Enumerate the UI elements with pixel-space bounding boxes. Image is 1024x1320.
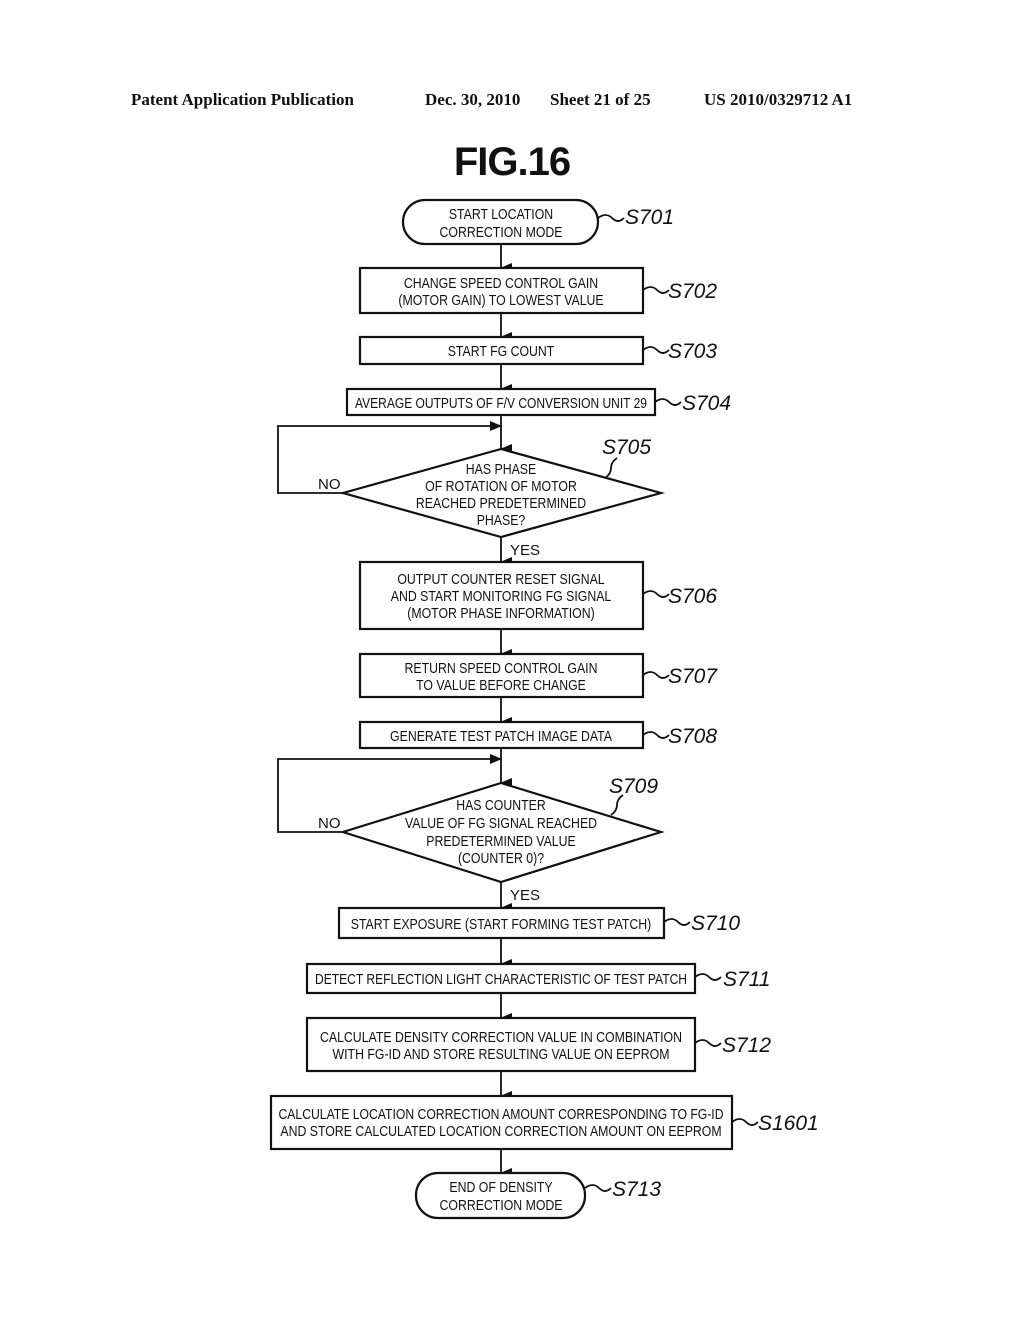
leader-s702 <box>642 286 670 294</box>
step-s703-label: S703 <box>668 340 717 363</box>
step-s712-text-2: WITH FG-ID AND STORE RESULTING VALUE ON … <box>333 1046 670 1063</box>
step-s702-process: CHANGE SPEED CONTROL GAIN (MOTOR GAIN) T… <box>358 266 717 315</box>
step-s702-label: S702 <box>668 280 717 303</box>
step-s713-text-2: CORRECTION MODE <box>440 1197 563 1214</box>
step-s703-text-1: START FG COUNT <box>448 343 555 360</box>
step-s709-label: S709 <box>609 775 658 798</box>
step-s712-text-1: CALCULATE DENSITY CORRECTION VALUE IN CO… <box>320 1029 682 1046</box>
step-s709-text-3: PREDETERMINED VALUE <box>426 833 575 850</box>
leader-s705 <box>604 457 618 479</box>
leader-s704 <box>654 398 682 406</box>
leader-s709 <box>610 794 624 816</box>
step-s701-label: S701 <box>625 206 674 229</box>
step-s703-process: START FG COUNT S703 <box>358 335 717 366</box>
step-s706-process: OUTPUT COUNTER RESET SIGNAL AND START MO… <box>358 560 717 631</box>
step-s701-terminal: START LOCATION CORRECTION MODE S701 <box>401 198 674 246</box>
step-s701-text-1: START LOCATION <box>449 206 553 223</box>
step-s706-label: S706 <box>668 585 717 608</box>
step-s1601-text-2: AND STORE CALCULATED LOCATION CORRECTION… <box>280 1123 721 1140</box>
s709-no-label: NO <box>318 815 341 832</box>
step-s709-text-2: VALUE OF FG SIGNAL REACHED <box>405 815 597 832</box>
step-s705-label: S705 <box>602 436 651 459</box>
step-s707-process: RETURN SPEED CONTROL GAIN TO VALUE BEFOR… <box>358 652 718 699</box>
s709-yes-label: YES <box>510 887 540 904</box>
leader-s711 <box>694 973 722 981</box>
step-s712-process: CALCULATE DENSITY CORRECTION VALUE IN CO… <box>305 1016 771 1073</box>
step-s713-text-1: END OF DENSITY <box>449 1179 552 1196</box>
step-s705-text-1: HAS PHASE <box>466 461 536 478</box>
step-s711-label: S711 <box>723 968 771 991</box>
step-s708-process: GENERATE TEST PATCH IMAGE DATA S708 <box>358 720 717 750</box>
step-s707-text-1: RETURN SPEED CONTROL GAIN <box>405 660 598 677</box>
step-s709-text-1: HAS COUNTER <box>456 797 546 814</box>
leader-s708 <box>642 731 670 739</box>
leader-s701 <box>597 214 625 222</box>
leader-s707 <box>642 671 670 679</box>
step-s706-text-2: AND START MONITORING FG SIGNAL <box>391 588 612 605</box>
step-s705-decision: HAS PHASE OF ROTATION OF MOTOR REACHED P… <box>318 436 666 559</box>
step-s702-text-1: CHANGE SPEED CONTROL GAIN <box>404 275 598 292</box>
step-s701-text-2: CORRECTION MODE <box>440 224 563 241</box>
leader-s703 <box>642 346 670 354</box>
step-s710-process: START EXPOSURE (START FORMING TEST PATCH… <box>337 906 740 940</box>
leader-s712 <box>694 1039 722 1047</box>
step-s711-process: DETECT REFLECTION LIGHT CHARACTERISTIC O… <box>305 962 771 995</box>
step-s708-label: S708 <box>668 725 717 748</box>
step-s712-label: S712 <box>722 1034 771 1057</box>
leader-s706 <box>642 590 670 598</box>
step-s704-process: AVERAGE OUTPUTS OF F/V CONVERSION UNIT 2… <box>345 387 731 417</box>
step-s713-label: S713 <box>612 1178 661 1201</box>
step-s706-text-1: OUTPUT COUNTER RESET SIGNAL <box>397 571 604 588</box>
step-s710-label: S710 <box>691 912 740 935</box>
leader-s713 <box>584 1184 612 1192</box>
step-s706-text-3: (MOTOR PHASE INFORMATION) <box>407 605 594 622</box>
step-s1601-text-1: CALCULATE LOCATION CORRECTION AMOUNT COR… <box>279 1106 724 1123</box>
step-s707-label: S707 <box>668 665 718 688</box>
step-s1601-process: CALCULATE LOCATION CORRECTION AMOUNT COR… <box>269 1094 819 1151</box>
flowchart: START LOCATION CORRECTION MODE S701 CHAN… <box>269 198 819 1220</box>
leader-s710 <box>663 918 691 926</box>
step-s709-decision: HAS COUNTER VALUE OF FG SIGNAL REACHED P… <box>318 775 665 904</box>
step-s704-text-1: AVERAGE OUTPUTS OF F/V CONVERSION UNIT 2… <box>355 395 647 412</box>
step-s710-text-1: START EXPOSURE (START FORMING TEST PATCH… <box>351 916 651 933</box>
step-s705-text-4: PHASE? <box>477 512 526 529</box>
step-s713-terminal: END OF DENSITY CORRECTION MODE S713 <box>414 1171 661 1220</box>
step-s1601-label: S1601 <box>758 1112 819 1135</box>
step-s709-text-4: (COUNTER 0)? <box>458 850 544 867</box>
step-s711-text-1: DETECT REFLECTION LIGHT CHARACTERISTIC O… <box>315 971 687 988</box>
s705-no-label: NO <box>318 476 341 493</box>
step-s707-text-2: TO VALUE BEFORE CHANGE <box>416 677 586 694</box>
s705-yes-label: YES <box>510 542 540 559</box>
step-s704-label: S704 <box>682 392 731 415</box>
step-s708-text-1: GENERATE TEST PATCH IMAGE DATA <box>390 728 612 745</box>
step-s705-text-2: OF ROTATION OF MOTOR <box>425 478 577 495</box>
leader-s1601 <box>731 1118 759 1126</box>
step-s702-text-2: (MOTOR GAIN) TO LOWEST VALUE <box>398 292 603 309</box>
step-s705-text-3: REACHED PREDETERMINED <box>416 495 586 512</box>
